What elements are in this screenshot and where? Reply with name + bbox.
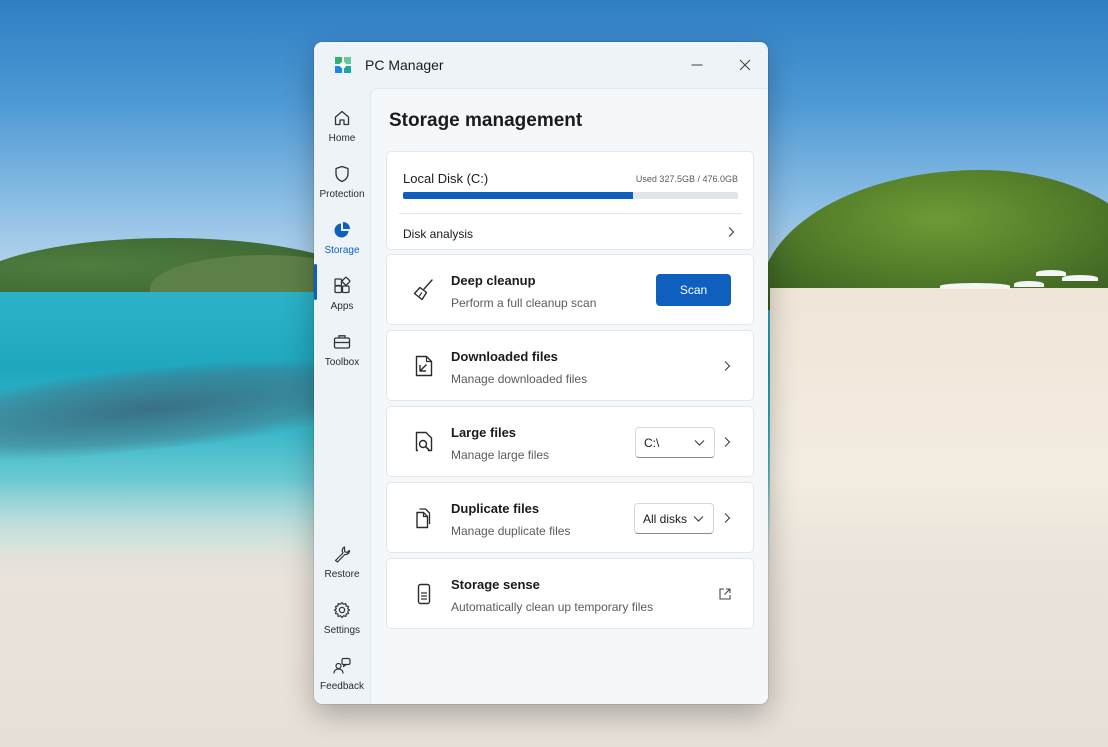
sidebar-item-restore[interactable]: Restore [314,540,370,592]
sidebar-item-settings[interactable]: Settings [314,596,370,648]
disk-analysis-row[interactable]: Disk analysis [387,214,753,250]
search-file-icon [415,431,433,452]
sidebar-item-label: Restore [324,569,360,580]
duplicate-file-icon [416,508,431,529]
scan-button[interactable]: Scan [656,274,731,306]
feature-subtitle: Perform a full cleanup scan [451,296,597,310]
feature-title: Deep cleanup [451,273,536,288]
wallpaper-umbrella [1036,270,1066,276]
downloaded-files-card[interactable]: Downloaded files Manage downloaded files [386,330,754,401]
wallpaper-umbrella [1014,281,1044,287]
select-value: All disks [643,511,688,526]
feature-title: Duplicate files [451,501,540,516]
page-title: Storage management [389,110,583,131]
chevron-down-icon [693,516,704,522]
minimize-button[interactable] [680,52,714,78]
storage-sense-icon [417,583,431,605]
wallpaper-umbrella [940,283,1010,289]
close-icon [739,59,751,71]
disk-analysis-label: Disk analysis [403,227,474,241]
chevron-right-icon[interactable] [722,512,732,524]
sidebar-item-home[interactable]: Home [314,104,370,156]
sidebar-nav: Home Protection Storage Apps Toolbox Res… [314,88,370,704]
chevron-right-icon[interactable] [722,436,732,448]
pc-manager-window: PC Manager Home Protection Storage Apps … [314,42,768,704]
close-button[interactable] [728,52,762,78]
main-content: Storage management Local Disk (C:) Used … [370,88,768,704]
app-title: PC Manager [365,57,444,73]
feature-subtitle: Manage duplicate files [451,524,571,538]
sidebar-item-label: Storage [324,245,360,256]
wallpaper-umbrella [1062,275,1098,281]
chevron-down-icon [694,440,705,446]
storage-sense-card[interactable]: Storage sense Automatically clean up tem… [386,558,754,629]
duplicate-files-card[interactable]: Duplicate files Manage duplicate files A… [386,482,754,553]
sidebar-item-storage[interactable]: Storage [314,216,370,268]
disk-usage-bar-fill [403,192,634,199]
large-files-card[interactable]: Large files Manage large files C:\ [386,406,754,477]
sidebar-item-label: Apps [330,301,354,312]
deep-cleanup-card: Deep cleanup Perform a full cleanup scan… [386,254,754,325]
sidebar-item-protection[interactable]: Protection [314,160,370,212]
home-icon [334,110,350,126]
external-link-icon[interactable] [718,587,732,601]
sidebar-item-feedback[interactable]: Feedback [314,652,370,704]
sidebar-item-label: Toolbox [324,357,360,368]
chevron-right-icon [728,227,735,237]
feature-subtitle: Automatically clean up temporary files [451,600,654,614]
title-bar: PC Manager [314,42,768,88]
apps-grid-icon [334,276,351,294]
sidebar-item-label: Home [328,133,356,144]
feature-title: Storage sense [451,577,540,592]
sidebar-item-label: Settings [323,625,361,636]
pie-chart-icon [334,222,350,238]
minimize-icon [691,64,703,66]
sidebar-item-toolbox[interactable]: Toolbox [314,328,370,380]
feature-subtitle: Manage large files [451,448,550,462]
disk-usage-text: Used 327.5GB / 476.0GB [635,174,738,184]
disk-card: Local Disk (C:) Used 327.5GB / 476.0GB D… [386,151,754,250]
feature-title: Downloaded files [451,349,558,364]
select-value: C:\ [644,435,660,450]
disk-name: Local Disk (C:) [403,171,489,186]
gear-icon [333,601,351,619]
sidebar-item-apps[interactable]: Apps [314,272,370,324]
disk-select-dropdown[interactable]: C:\ [635,427,715,458]
download-file-icon [415,355,433,377]
chevron-right-icon [724,361,731,371]
feature-title: Large files [451,425,517,440]
disk-select-dropdown[interactable]: All disks [634,503,714,534]
pc-manager-logo-icon [335,57,351,73]
sidebar-item-label: Protection [319,189,365,200]
shield-icon [335,165,349,183]
sidebar-item-label: Feedback [320,681,364,692]
feedback-icon [333,657,351,674]
disk-usage-bar [403,192,738,199]
feature-subtitle: Manage downloaded files [451,372,588,386]
broom-icon [413,279,433,301]
toolbox-icon [333,335,351,349]
wrench-icon [334,546,351,563]
